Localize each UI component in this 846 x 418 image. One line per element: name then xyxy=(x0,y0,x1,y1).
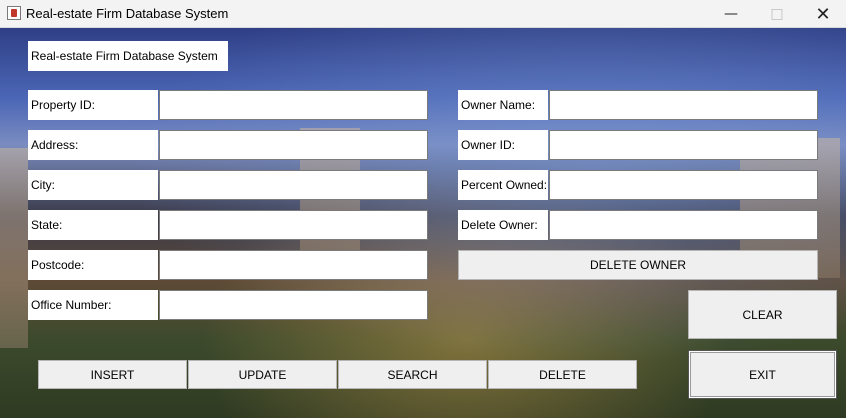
window-title: Real-estate Firm Database System xyxy=(26,6,229,21)
owner-name-label: Owner Name: xyxy=(458,90,548,120)
insert-button[interactable]: INSERT xyxy=(38,360,187,389)
background-building xyxy=(0,148,28,348)
close-button[interactable]: ✕ xyxy=(800,0,846,28)
java-app-icon xyxy=(7,6,21,20)
maximize-icon: □ xyxy=(770,6,784,22)
delete-owner-button[interactable]: DELETE OWNER xyxy=(458,250,818,280)
clear-button[interactable]: CLEAR xyxy=(688,290,837,339)
address-label: Address: xyxy=(28,130,158,160)
postcode-label: Postcode: xyxy=(28,250,158,280)
title-bar: Real-estate Firm Database System — □ ✕ xyxy=(0,0,846,28)
delete-button[interactable]: DELETE xyxy=(488,360,637,389)
state-label: State: xyxy=(28,210,158,240)
delete-owner-field[interactable] xyxy=(549,210,818,240)
property-id-field[interactable] xyxy=(159,90,428,120)
form-panel: Real-estate Firm Database System Propert… xyxy=(0,28,846,418)
search-button[interactable]: SEARCH xyxy=(338,360,487,389)
maximize-button[interactable]: □ xyxy=(754,0,800,28)
city-field[interactable] xyxy=(159,170,428,200)
exit-button[interactable]: EXIT xyxy=(688,350,837,399)
address-field[interactable] xyxy=(159,130,428,160)
owner-id-label: Owner ID: xyxy=(458,130,548,160)
property-id-label: Property ID: xyxy=(28,90,158,120)
delete-owner-label: Delete Owner: xyxy=(458,210,548,240)
close-icon: ✕ xyxy=(815,3,831,25)
state-field[interactable] xyxy=(159,210,428,240)
owner-id-field[interactable] xyxy=(549,130,818,160)
minimize-button[interactable]: — xyxy=(708,0,754,28)
percent-owned-label: Percent Owned: xyxy=(458,170,548,200)
update-button[interactable]: UPDATE xyxy=(188,360,337,389)
percent-owned-field[interactable] xyxy=(549,170,818,200)
minimize-icon: — xyxy=(724,6,738,22)
office-number-label: Office Number: xyxy=(28,290,158,320)
postcode-field[interactable] xyxy=(159,250,428,280)
office-number-field[interactable] xyxy=(159,290,428,320)
header-label: Real-estate Firm Database System xyxy=(28,41,228,71)
owner-name-field[interactable] xyxy=(549,90,818,120)
city-label: City: xyxy=(28,170,158,200)
